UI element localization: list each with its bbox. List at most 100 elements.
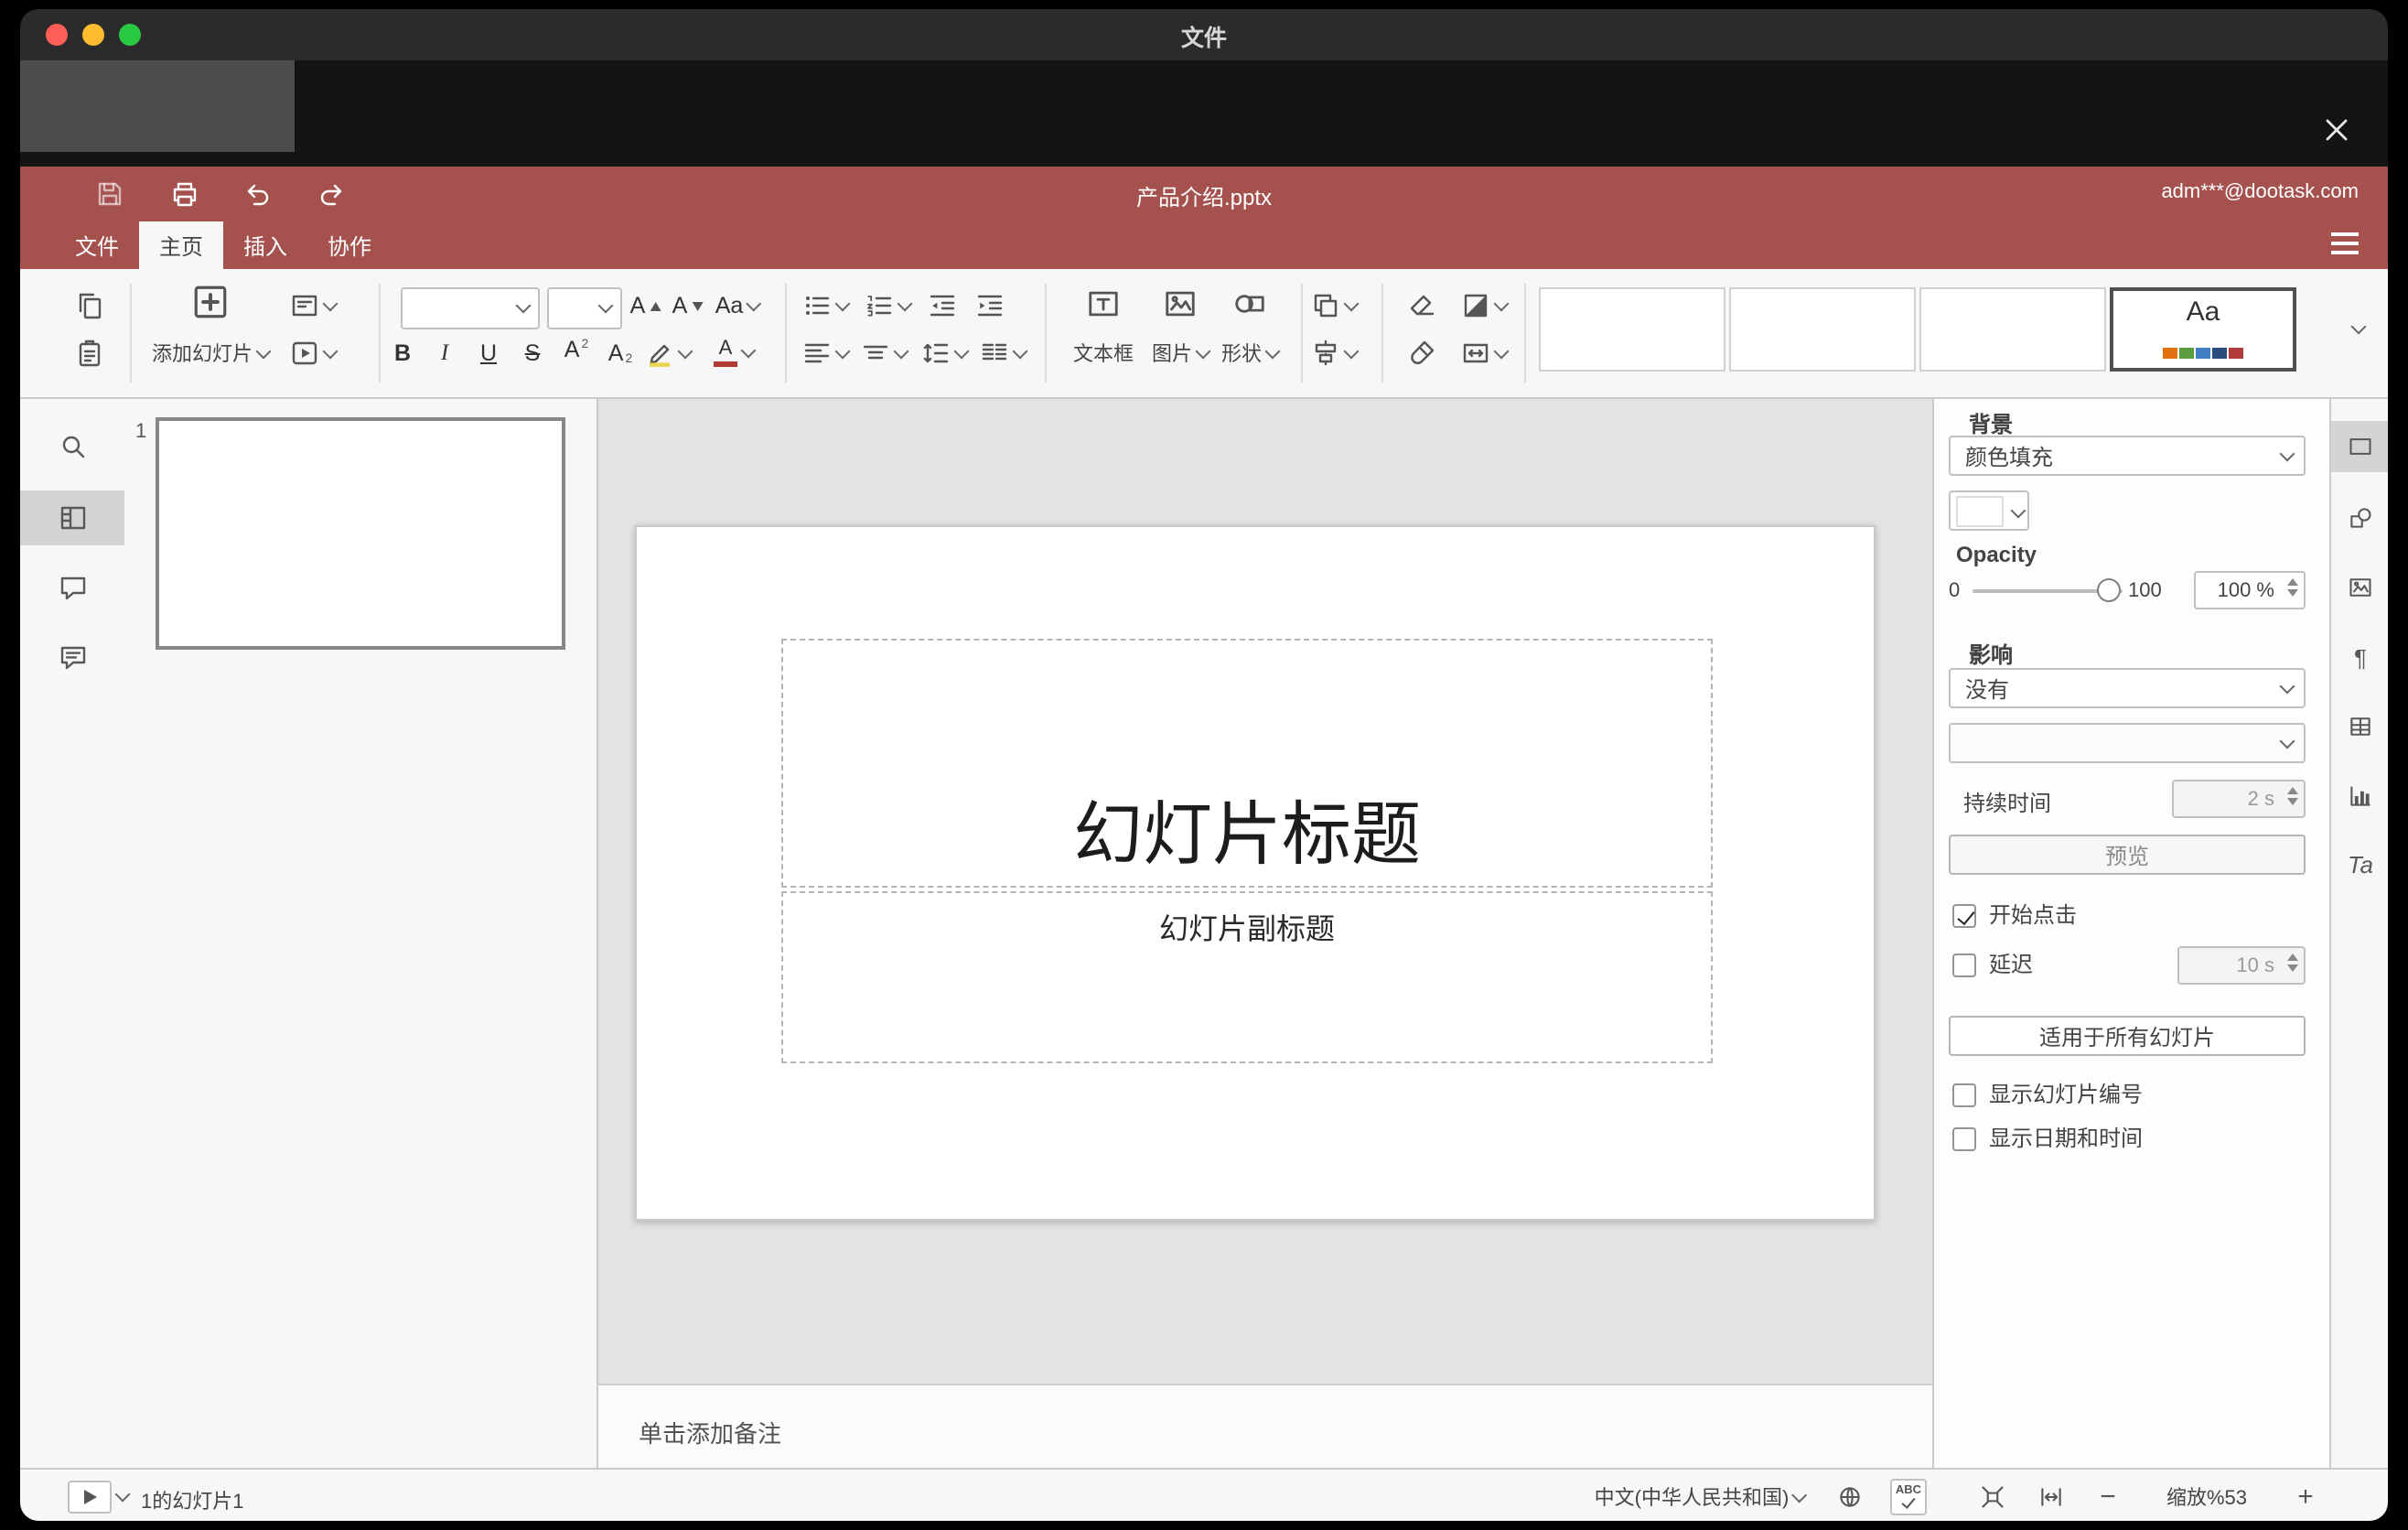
add-slide-label-button[interactable]: 添加幻灯片 xyxy=(152,339,272,368)
document-language-button[interactable] xyxy=(1837,1484,1863,1510)
slide-size-button[interactable] xyxy=(1461,339,1510,368)
increase-indent-button[interactable] xyxy=(975,291,1005,320)
zoom-in-button[interactable]: + xyxy=(2297,1483,2314,1511)
spell-checking-button[interactable]: ABC xyxy=(1890,1479,1927,1515)
textart-settings-tab[interactable]: Ta xyxy=(2331,838,2388,889)
fit-slide-button[interactable] xyxy=(1980,1484,2005,1510)
duration-field[interactable]: 2 s xyxy=(2172,780,2306,818)
table-settings-tab[interactable] xyxy=(2331,701,2388,752)
clear-style-button[interactable] xyxy=(1407,291,1436,320)
show-date-time-checkbox[interactable] xyxy=(1952,1127,1976,1151)
slide-layout-button[interactable] xyxy=(290,291,339,320)
bullets-button[interactable] xyxy=(802,291,851,320)
slideshow-options-button[interactable] xyxy=(114,1486,131,1503)
subtitle-placeholder[interactable]: 幻灯片副标题 xyxy=(781,891,1713,1063)
shape-settings-tab[interactable] xyxy=(2331,492,2388,544)
start-on-click-label[interactable]: 开始点击 xyxy=(1989,903,2077,928)
insert-shape-button[interactable] xyxy=(1232,286,1267,321)
paragraph-settings-tab[interactable]: ¶ xyxy=(2331,631,2388,683)
copy-style-button[interactable] xyxy=(1407,339,1436,368)
theme-option-1[interactable] xyxy=(1539,287,1725,372)
chat-panel-button[interactable] xyxy=(20,630,124,684)
slide-canvas[interactable]: 幻灯片标题 幻灯片副标题 xyxy=(635,525,1876,1221)
show-date-time-label[interactable]: 显示日期和时间 xyxy=(1989,1126,2143,1151)
slides-panel-button[interactable] xyxy=(20,490,124,545)
color-scheme-button[interactable] xyxy=(1461,291,1510,320)
notes-area[interactable]: 单击添加备注 xyxy=(598,1384,1932,1468)
spinner-arrows-icon[interactable] xyxy=(2287,578,2298,597)
tab-home[interactable]: 主页 xyxy=(139,221,223,269)
title-placeholder[interactable]: 幻灯片标题 xyxy=(781,639,1713,888)
start-slideshow-button[interactable] xyxy=(290,339,339,368)
delay-field[interactable]: 10 s xyxy=(2177,946,2306,985)
increase-font-button[interactable]: A xyxy=(630,293,662,318)
insert-image-button[interactable] xyxy=(1163,286,1198,321)
line-spacing-button[interactable] xyxy=(921,339,970,368)
apply-to-all-button[interactable]: 适用于所有幻灯片 xyxy=(1949,1016,2306,1056)
show-slide-number-label[interactable]: 显示幻灯片编号 xyxy=(1989,1083,2143,1107)
fit-width-button[interactable] xyxy=(2038,1484,2064,1510)
menu-button[interactable] xyxy=(2322,225,2366,262)
insert-textbox-label-button[interactable]: 文本框 xyxy=(1073,339,1134,368)
chart-settings-tab[interactable] xyxy=(2331,770,2388,822)
bold-button[interactable]: B xyxy=(394,340,411,366)
slide-size-icon xyxy=(1461,339,1490,368)
zoom-level-button[interactable]: 缩放%53 xyxy=(2166,1482,2247,1512)
fill-type-select[interactable]: 颜色填充 xyxy=(1949,436,2306,476)
chevron-down-icon xyxy=(2279,678,2295,695)
numbering-button[interactable] xyxy=(865,291,913,320)
slide-settings-tab[interactable] xyxy=(2331,421,2388,472)
language-select[interactable]: 中文(中华人民共和国) xyxy=(1595,1482,1808,1512)
delay-label[interactable]: 延迟 xyxy=(1989,953,2033,977)
tab-file[interactable]: 文件 xyxy=(55,221,139,269)
insert-textbox-button[interactable] xyxy=(1086,286,1121,321)
theme-option-3[interactable] xyxy=(1919,287,2106,372)
superscript-button[interactable]: A2 xyxy=(564,337,589,362)
font-size-select[interactable] xyxy=(547,287,622,329)
paste-button[interactable] xyxy=(75,339,104,368)
globe-icon xyxy=(1837,1484,1863,1510)
theme-option-2[interactable] xyxy=(1729,287,1916,372)
delay-checkbox[interactable] xyxy=(1952,954,1976,977)
strikeout-button[interactable]: S xyxy=(525,340,541,366)
effect-type-select[interactable] xyxy=(1949,723,2306,763)
zoom-out-button[interactable]: − xyxy=(2100,1483,2116,1511)
slide-thumbnail[interactable] xyxy=(156,417,565,650)
fill-color-swatch[interactable] xyxy=(1949,490,2029,531)
copy-button[interactable] xyxy=(75,291,104,320)
search-panel-button[interactable] xyxy=(20,419,124,474)
add-slide-button[interactable] xyxy=(191,283,230,321)
change-case-button[interactable]: Aa xyxy=(715,293,762,318)
italic-button[interactable]: I xyxy=(441,339,448,367)
underline-button[interactable]: U xyxy=(480,340,497,366)
spinner-arrows-icon[interactable] xyxy=(2287,954,2298,972)
insert-image-label-button[interactable]: 图片 xyxy=(1152,339,1211,368)
effect-select[interactable]: 没有 xyxy=(1949,668,2306,708)
horizontal-align-button[interactable] xyxy=(802,339,851,368)
opacity-slider-knob[interactable] xyxy=(2097,578,2121,602)
decrease-indent-button[interactable] xyxy=(928,291,957,320)
highlight-color-button[interactable] xyxy=(645,339,693,368)
spinner-arrows-icon[interactable] xyxy=(2287,787,2298,805)
columns-button[interactable] xyxy=(980,339,1028,368)
insert-shape-label-button[interactable]: 形状 xyxy=(1221,339,1281,368)
image-settings-tab[interactable] xyxy=(2331,562,2388,613)
tab-insert[interactable]: 插入 xyxy=(223,221,307,269)
align-objects-button[interactable] xyxy=(1311,339,1360,368)
comments-panel-button[interactable] xyxy=(20,560,124,615)
gallery-expand-button[interactable] xyxy=(2350,318,2367,335)
theme-option-selected[interactable]: Aa xyxy=(2110,287,2296,372)
preview-button[interactable]: 预览 xyxy=(1949,835,2306,875)
decrease-font-button[interactable]: A xyxy=(672,293,704,318)
close-preview-button[interactable] xyxy=(2318,112,2355,148)
subscript-button[interactable]: A2 xyxy=(608,340,633,366)
start-on-click-checkbox[interactable] xyxy=(1952,904,1976,928)
show-slide-number-checkbox[interactable] xyxy=(1952,1083,1976,1107)
font-name-select[interactable] xyxy=(401,287,540,329)
start-slideshow-statusbar-button[interactable] xyxy=(68,1481,112,1514)
font-color-button[interactable]: A xyxy=(714,339,757,367)
opacity-value-field[interactable]: 100 % xyxy=(2194,571,2306,609)
vertical-align-button[interactable] xyxy=(861,339,909,368)
tab-collaboration[interactable]: 协作 xyxy=(307,221,392,269)
arrange-button[interactable] xyxy=(1311,291,1360,320)
